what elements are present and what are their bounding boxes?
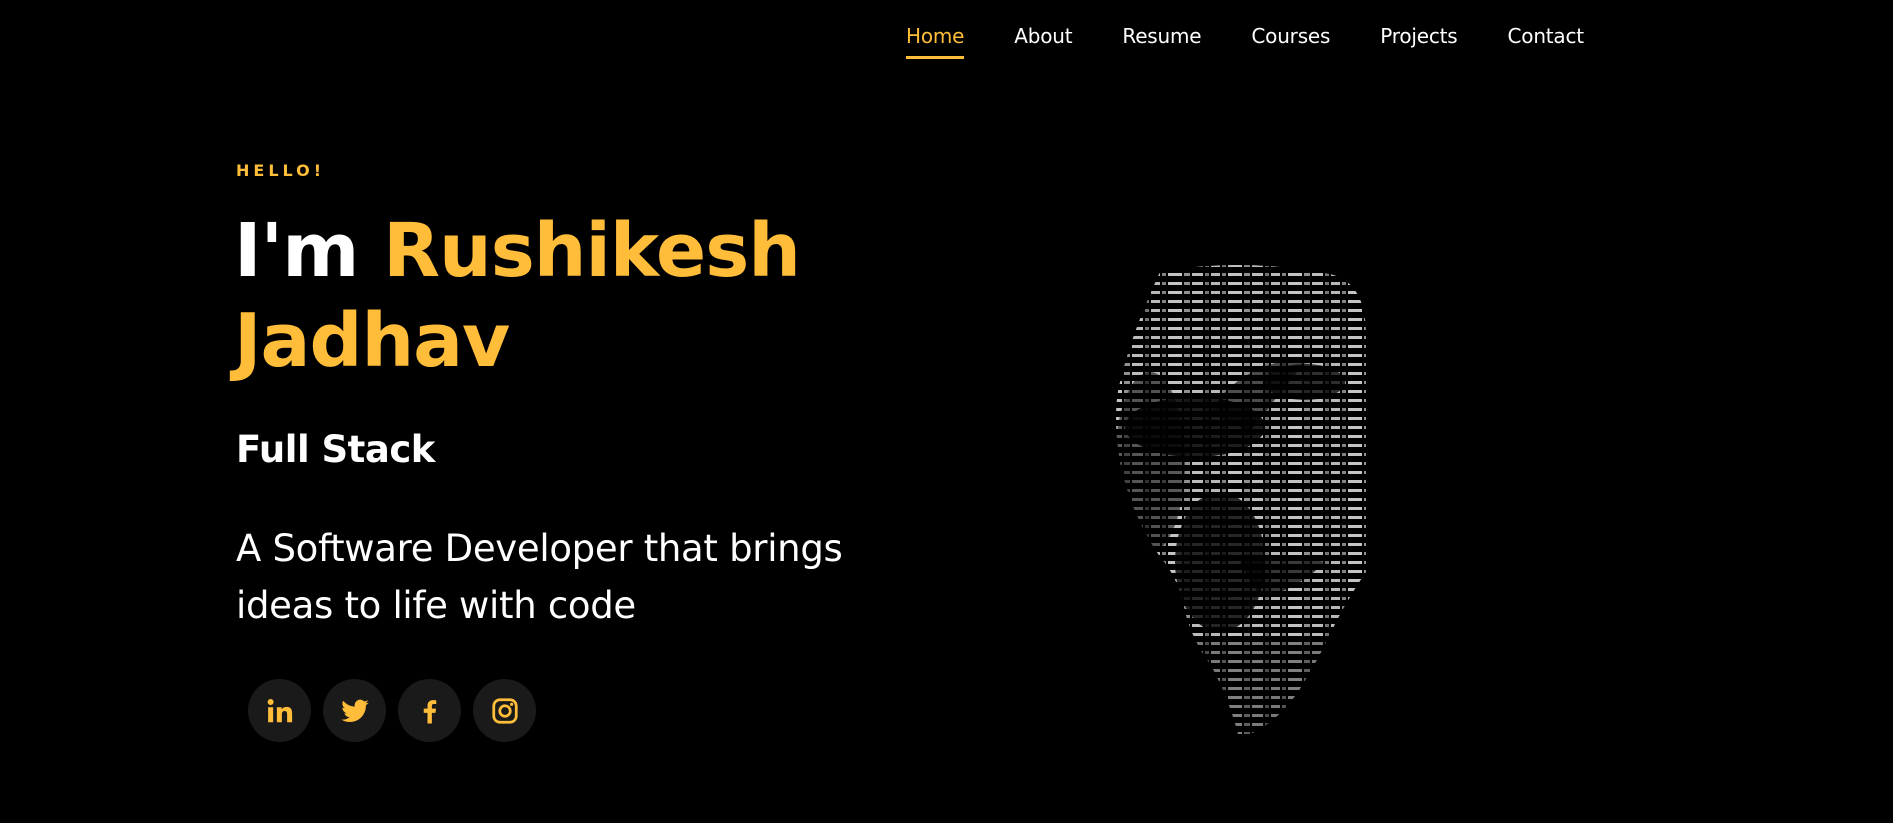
- greeting: HELLO!: [236, 161, 326, 180]
- nav-about[interactable]: About: [1014, 24, 1072, 56]
- linkedin-link[interactable]: [248, 679, 311, 742]
- instagram-link[interactable]: [473, 679, 536, 742]
- twitter-icon: [340, 699, 369, 722]
- nav-home[interactable]: Home: [906, 24, 964, 59]
- nav-contact[interactable]: Contact: [1508, 24, 1585, 56]
- linkedin-icon: [267, 698, 292, 722]
- hero-headline: I'm Rushikesh Jadhav: [234, 206, 994, 386]
- twitter-link[interactable]: [323, 679, 386, 742]
- facebook-link[interactable]: [398, 679, 461, 742]
- main-nav: Home About Resume Courses Projects Conta…: [906, 24, 1584, 59]
- intro-text: I'm: [234, 208, 359, 294]
- social-links: [248, 679, 548, 742]
- page: Home About Resume Courses Projects Conta…: [0, 0, 1893, 823]
- facebook-icon: [423, 699, 436, 723]
- code-portrait-image: [1116, 264, 1366, 734]
- instagram-icon: [491, 697, 518, 724]
- nav-resume[interactable]: Resume: [1122, 24, 1201, 56]
- hero-role: Full Stack: [236, 428, 435, 471]
- nav-courses[interactable]: Courses: [1251, 24, 1330, 56]
- hero-tagline: A Software Developer that brings ideas t…: [236, 527, 843, 627]
- nav-projects[interactable]: Projects: [1380, 24, 1457, 56]
